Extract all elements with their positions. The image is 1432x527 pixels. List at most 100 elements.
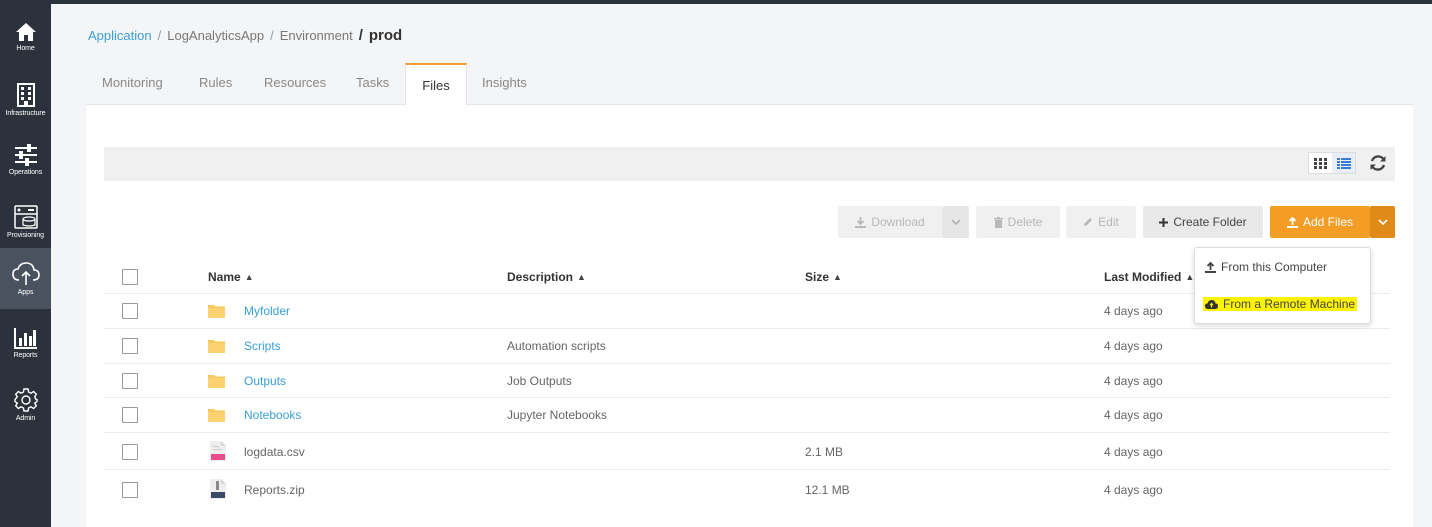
download-label: Download	[871, 215, 925, 229]
nav-provisioning-label: Provisioning	[7, 232, 44, 239]
folder-icon	[208, 375, 225, 388]
column-header-name[interactable]: Name ▲︎	[208, 270, 254, 284]
menu-item-from-remote-machine[interactable]: From a Remote Machine	[1203, 297, 1358, 311]
download-icon	[855, 216, 867, 228]
grid-view-button[interactable]	[1309, 153, 1332, 173]
row-last-modified: 4 days ago	[1104, 374, 1163, 388]
breadcrumb-environment: Environment	[279, 28, 353, 43]
nav-apps[interactable]: Apps	[0, 248, 51, 309]
row-name-link[interactable]: Outputs	[244, 374, 286, 388]
column-header-description-label: Description	[507, 270, 574, 284]
bar-chart-icon	[13, 328, 37, 349]
menu-item-from-computer-label: From this Computer	[1221, 260, 1328, 274]
row-size: 12.1 MB	[805, 483, 850, 497]
column-header-description[interactable]: Description ▲︎	[507, 270, 586, 284]
chevron-down-icon	[1377, 219, 1388, 225]
select-all-checkbox[interactable]	[122, 269, 138, 285]
breadcrumb-separator: /	[157, 28, 162, 43]
column-header-last-modified[interactable]: Last Modified ▲︎	[1104, 270, 1194, 284]
folder-icon	[208, 340, 225, 353]
nav-infrastructure-label: Infrastructure	[5, 110, 46, 117]
row-checkbox[interactable]	[122, 303, 138, 319]
row-divider	[104, 469, 1390, 470]
sort-icon: ▲︎	[244, 272, 254, 282]
add-files-dropdown-toggle[interactable]	[1370, 206, 1395, 238]
breadcrumb: Application / LogAnalyticsApp / Environm…	[88, 27, 402, 44]
nav-home-label: Home	[16, 45, 35, 52]
column-header-size-label: Size	[805, 270, 830, 284]
refresh-button[interactable]	[1369, 154, 1389, 174]
chevron-down-icon	[950, 219, 961, 225]
upload-icon	[1205, 261, 1216, 273]
zip-file-icon	[210, 479, 226, 499]
nav-operations-label: Operations	[8, 169, 43, 176]
nav-admin[interactable]: Admin	[0, 374, 51, 434]
add-files-label: Add Files	[1302, 215, 1354, 229]
tab-rules[interactable]: Rules	[199, 63, 232, 105]
menu-item-from-computer[interactable]: From this Computer	[1205, 260, 1327, 274]
row-checkbox[interactable]	[122, 338, 138, 354]
nav-reports-label: Reports	[13, 352, 38, 359]
edit-label: Edit	[1098, 215, 1119, 229]
delete-label: Delete	[1007, 215, 1043, 229]
server-icon	[13, 205, 38, 229]
row-description: Automation scripts	[507, 339, 606, 353]
nav-provisioning[interactable]: Provisioning	[0, 191, 51, 251]
add-files-menu: From this Computer From a Remote Machine	[1194, 247, 1371, 324]
create-folder-label: Create Folder	[1173, 215, 1247, 229]
edit-button[interactable]: Edit	[1066, 206, 1136, 238]
download-button[interactable]: Download	[838, 206, 942, 238]
row-checkbox[interactable]	[122, 407, 138, 423]
delete-button[interactable]: Delete	[976, 206, 1060, 238]
row-divider	[104, 328, 1390, 329]
breadcrumb-app-name: LogAnalyticsApp	[167, 28, 265, 43]
csv-file-icon	[210, 441, 226, 461]
nav-admin-label: Admin	[15, 415, 36, 422]
row-last-modified: 4 days ago	[1104, 304, 1163, 318]
home-icon	[15, 23, 36, 41]
create-folder-button[interactable]: Create Folder	[1143, 206, 1263, 238]
list-view-button[interactable]	[1332, 153, 1355, 173]
gear-icon	[13, 388, 38, 412]
breadcrumb-separator: /	[270, 28, 274, 43]
row-size: 2.1 MB	[805, 445, 844, 459]
row-description: Job Outputs	[507, 374, 572, 388]
tab-monitoring[interactable]: Monitoring	[102, 63, 163, 105]
trash-icon	[993, 216, 1003, 228]
add-files-button[interactable]: Add Files	[1270, 206, 1370, 238]
row-divider	[104, 397, 1390, 398]
folder-icon	[208, 305, 225, 318]
row-divider	[104, 363, 1390, 364]
nav-reports[interactable]: Reports	[0, 313, 51, 373]
row-name-link[interactable]: Myfolder	[244, 304, 290, 318]
nav-infrastructure[interactable]: Infrastructure	[0, 69, 51, 129]
view-bar	[104, 147, 1395, 181]
tab-resources[interactable]: Resources	[264, 63, 326, 105]
row-name-link[interactable]: Notebooks	[244, 408, 301, 422]
row-checkbox[interactable]	[122, 444, 138, 460]
tab-tasks[interactable]: Tasks	[356, 63, 389, 105]
row-last-modified: 4 days ago	[1104, 408, 1163, 422]
plus-icon	[1159, 217, 1169, 227]
row-checkbox[interactable]	[122, 482, 138, 498]
breadcrumb-application[interactable]: Application	[88, 28, 152, 43]
view-toggle	[1308, 152, 1356, 174]
row-name[interactable]: Reports.zip	[244, 483, 305, 497]
download-dropdown-toggle[interactable]	[942, 206, 969, 238]
breadcrumb-current: prod	[368, 27, 403, 44]
row-checkbox[interactable]	[122, 373, 138, 389]
row-last-modified: 4 days ago	[1104, 445, 1163, 459]
folder-icon	[208, 409, 225, 422]
column-header-size[interactable]: Size ▲︎	[805, 270, 842, 284]
grid-icon	[1314, 157, 1327, 169]
row-name[interactable]: logdata.csv	[244, 445, 305, 459]
row-description: Jupyter Notebooks	[507, 408, 608, 422]
tab-insights[interactable]: Insights	[482, 63, 527, 105]
sort-icon: ▲︎	[577, 272, 586, 282]
sliders-icon	[14, 144, 37, 166]
cloud-upload-icon	[11, 262, 40, 285]
tab-files[interactable]: Files	[405, 63, 467, 106]
row-name-link[interactable]: Scripts	[244, 339, 281, 353]
nav-home[interactable]: Home	[0, 8, 51, 68]
nav-operations[interactable]: Operations	[0, 130, 51, 190]
